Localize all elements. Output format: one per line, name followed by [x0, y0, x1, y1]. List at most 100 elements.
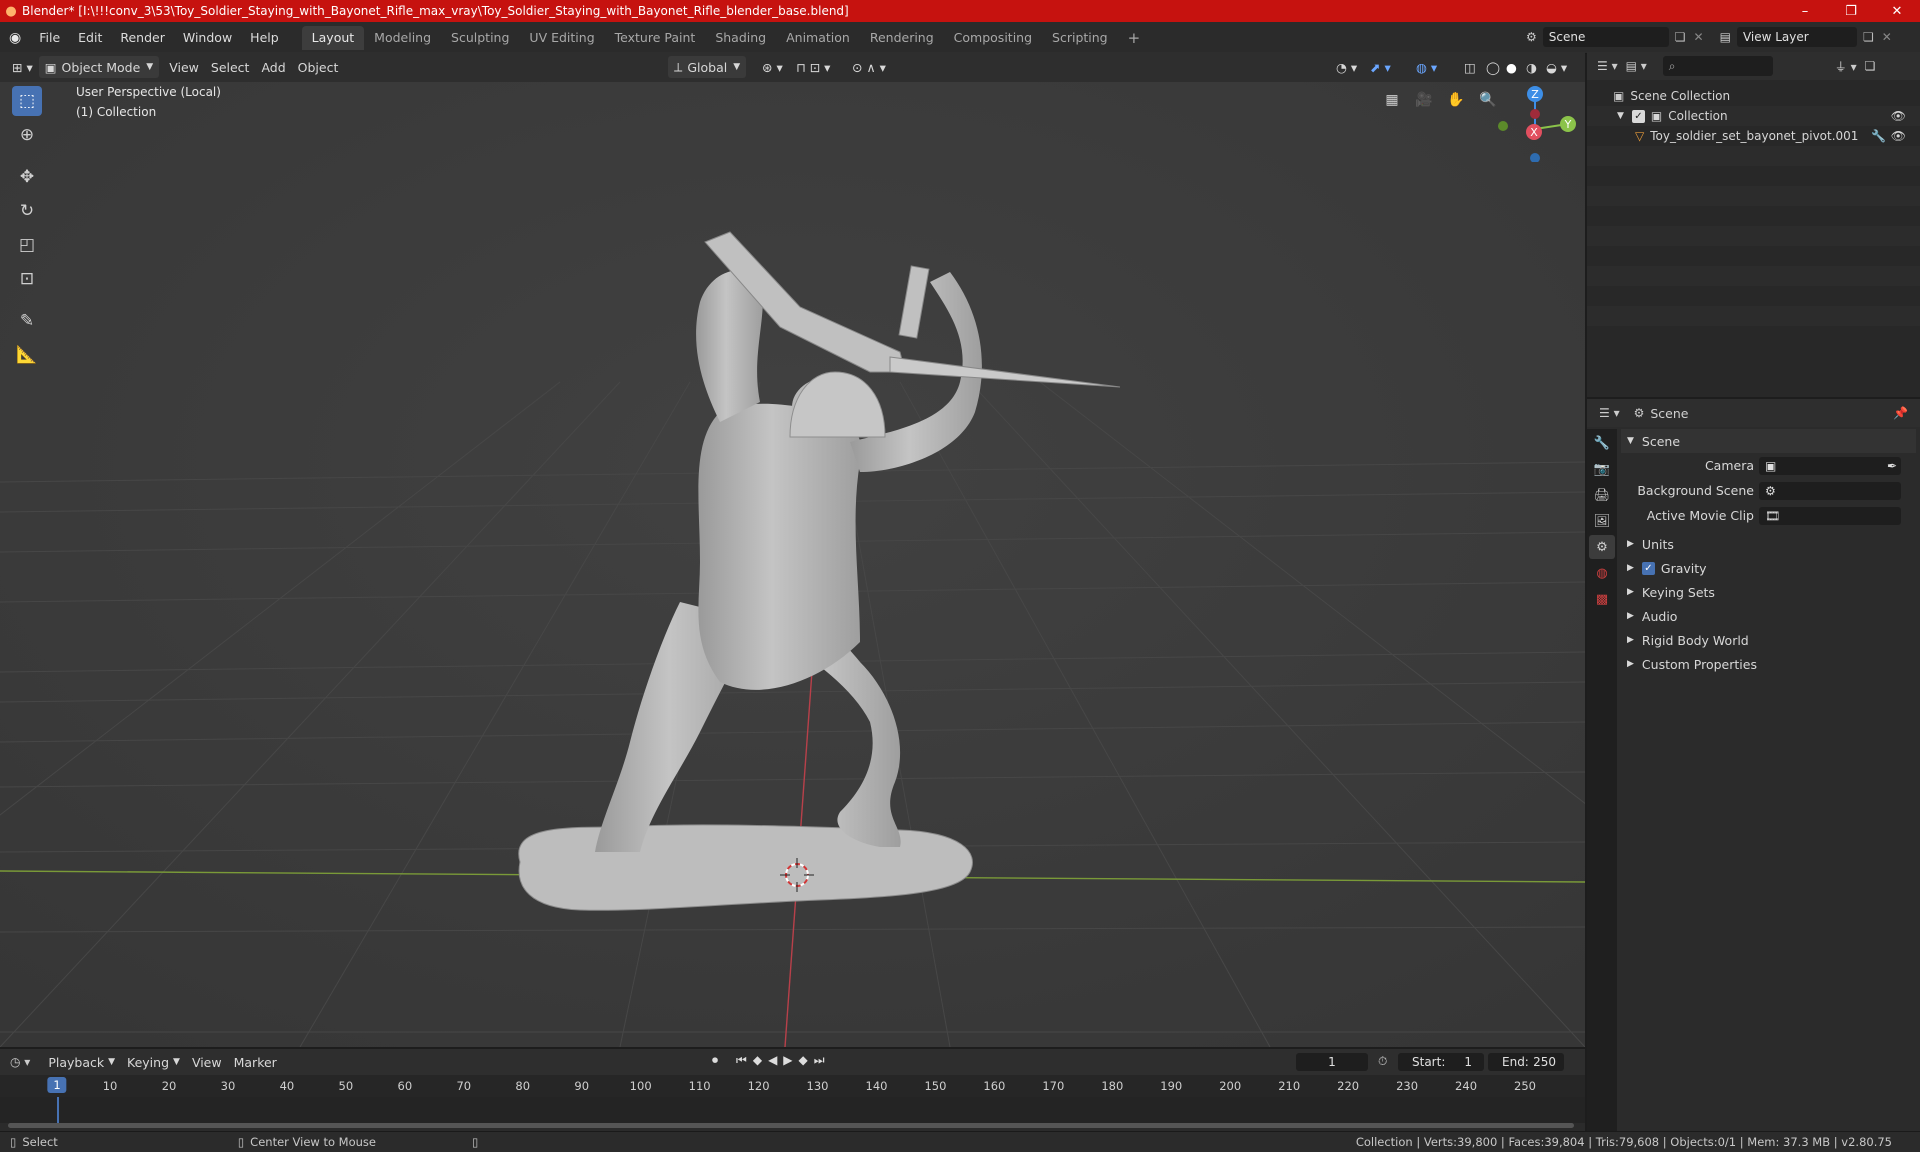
tool-tab-icon[interactable]: 🔧: [1589, 431, 1615, 455]
end-frame-field[interactable]: End: 250: [1488, 1053, 1564, 1071]
marker-menu[interactable]: Marker: [228, 1051, 283, 1073]
blender-menu-icon[interactable]: ◉: [0, 27, 30, 49]
play-reverse-icon[interactable]: ◀: [768, 1053, 777, 1068]
background-scene-field[interactable]: ⚙: [1759, 481, 1901, 500]
annotate-tool-icon[interactable]: ✎: [12, 306, 42, 336]
record-icon[interactable]: ⏺: [712, 1053, 718, 1068]
tab-compositing[interactable]: Compositing: [944, 26, 1042, 50]
menu-edit[interactable]: Edit: [69, 27, 111, 49]
new-collection-icon[interactable]: ❏: [1865, 59, 1876, 73]
mode-selector[interactable]: ▣ Object Mode ▼: [38, 56, 160, 78]
camera-field[interactable]: ▣ ✒: [1759, 456, 1901, 475]
collection-checkbox[interactable]: ✓: [1631, 109, 1645, 123]
outliner-row-object[interactable]: ▽ Toy_soldier_set_bayonet_pivot.001 🔧 👁: [1587, 126, 1920, 146]
units-panel-header[interactable]: ▶ Units: [1621, 532, 1916, 556]
gravity-checkbox[interactable]: ✓: [1641, 561, 1655, 575]
scene-selector[interactable]: Scene: [1542, 27, 1669, 47]
measure-tool-icon[interactable]: 📐: [12, 340, 42, 370]
eyedropper-icon[interactable]: ✒: [1887, 459, 1897, 473]
tab-shading[interactable]: Shading: [705, 26, 776, 50]
pan-hand-icon[interactable]: ✋: [1444, 88, 1468, 112]
view-layer-tab-icon[interactable]: 🖼: [1589, 509, 1615, 533]
filter-icon[interactable]: ⏚ ▾: [1835, 58, 1857, 75]
custom-properties-panel-header[interactable]: ▶ Custom Properties: [1621, 652, 1916, 676]
disclosure-triangle-icon[interactable]: ▼: [1617, 111, 1624, 121]
axis-gizmo[interactable]: Z Y X: [1490, 82, 1580, 162]
restore-button[interactable]: ❐: [1828, 0, 1874, 22]
jump-start-icon[interactable]: ⏮: [736, 1053, 747, 1068]
view-layer-remove-icon[interactable]: ✕: [1882, 30, 1892, 44]
scene-section-header[interactable]: ▼ Scene: [1621, 429, 1916, 453]
current-frame-field[interactable]: 1: [1296, 1053, 1368, 1071]
view-layer-icon[interactable]: ▤: [1720, 30, 1731, 44]
tab-uv-editing[interactable]: UV Editing: [519, 26, 604, 50]
output-tab-icon[interactable]: 🖨: [1589, 483, 1615, 507]
frame-ruler[interactable]: 1 10 20 30 40 50 60 70 80 90 100 110 120 130 140 150 160…: [0, 1075, 1585, 1097]
close-button[interactable]: ✕: [1874, 0, 1920, 22]
orientation-selector[interactable]: ⟂ Global ▼: [668, 56, 747, 78]
transform-tool-icon[interactable]: ⊡: [12, 264, 42, 294]
tab-animation[interactable]: Animation: [776, 26, 860, 50]
rotate-tool-icon[interactable]: ↻: [12, 196, 42, 226]
stopwatch-icon[interactable]: ⏱: [1378, 1054, 1387, 1069]
scene-copy-icon[interactable]: ❏: [1675, 30, 1686, 44]
scene-tab-icon[interactable]: ⚙: [1589, 535, 1615, 559]
next-keyframe-icon[interactable]: ◆: [799, 1053, 808, 1068]
start-frame-field[interactable]: Start: 1: [1398, 1053, 1484, 1071]
gravity-panel-header[interactable]: ▶ ✓ Gravity: [1621, 556, 1916, 580]
timeline-editor-type-icon[interactable]: ◷ ▾: [10, 1055, 30, 1069]
timeline-view-menu[interactable]: View: [186, 1051, 228, 1073]
world-tab-icon[interactable]: ◍: [1589, 561, 1615, 585]
pivot-icon[interactable]: ⊛ ▾: [756, 56, 789, 78]
scene-remove-icon[interactable]: ✕: [1694, 30, 1704, 44]
tab-rendering[interactable]: Rendering: [860, 26, 944, 50]
rendered-shading-icon[interactable]: ◒ ▾: [1540, 56, 1573, 78]
object-menu[interactable]: Object: [292, 56, 345, 78]
texture-tab-icon[interactable]: ▩: [1589, 587, 1615, 611]
pin-icon[interactable]: 📌: [1893, 406, 1908, 420]
outliner-search-input[interactable]: ⌕: [1662, 56, 1773, 76]
add-workspace-icon[interactable]: +: [1118, 26, 1151, 50]
eye-icon[interactable]: 👁: [1891, 129, 1906, 143]
ortho-toggle-icon[interactable]: ▦: [1380, 88, 1404, 112]
outliner-row-collection[interactable]: ▼ ✓ ▣ Collection 👁: [1587, 106, 1920, 126]
rigid-body-world-panel-header[interactable]: ▶ Rigid Body World: [1621, 628, 1916, 652]
proportional-edit-icon[interactable]: ⊙ ∧ ▾: [846, 56, 892, 78]
active-movie-clip-field[interactable]: 🎞: [1759, 506, 1901, 525]
tab-scripting[interactable]: Scripting: [1042, 26, 1118, 50]
overlay-toggle-icon[interactable]: ◍ ▾: [1410, 56, 1443, 78]
camera-view-icon[interactable]: 🎥: [1412, 88, 1436, 112]
tab-texture-paint[interactable]: Texture Paint: [605, 26, 706, 50]
xray-toggle-icon[interactable]: ◫: [1458, 56, 1482, 78]
view-layer-selector[interactable]: View Layer: [1736, 27, 1857, 47]
scene-icon[interactable]: ⚙: [1526, 30, 1537, 44]
view-menu[interactable]: View: [163, 56, 205, 78]
move-tool-icon[interactable]: ✥: [12, 162, 42, 192]
keying-menu[interactable]: Keying ▼: [121, 1051, 186, 1073]
tab-modeling[interactable]: Modeling: [364, 26, 441, 50]
render-tab-icon[interactable]: 📷: [1589, 457, 1615, 481]
outliner-editor-type-icon[interactable]: ☰ ▾: [1597, 59, 1618, 73]
menu-help[interactable]: Help: [241, 27, 288, 49]
3d-viewport[interactable]: User Perspective (Local) (1) Collection …: [0, 82, 1585, 1047]
cursor-tool-icon[interactable]: ⊕: [12, 120, 42, 150]
snap-icon[interactable]: ⊓ ⊡ ▾: [790, 56, 836, 78]
keying-sets-panel-header[interactable]: ▶ Keying Sets: [1621, 580, 1916, 604]
minimize-button[interactable]: –: [1782, 0, 1828, 22]
outliner-row-scene-collection[interactable]: ▣ Scene Collection: [1587, 86, 1920, 106]
add-menu[interactable]: Add: [255, 56, 291, 78]
playback-menu[interactable]: Playback ▼: [42, 1051, 121, 1073]
tab-layout[interactable]: Layout: [301, 25, 365, 50]
keyframe-area[interactable]: [0, 1097, 1585, 1123]
menu-render[interactable]: Render: [111, 27, 174, 49]
select-box-tool-icon[interactable]: ⬚: [12, 86, 42, 116]
tab-sculpting[interactable]: Sculpting: [441, 26, 519, 50]
prev-keyframe-icon[interactable]: ◆: [753, 1053, 762, 1068]
timeline-scrollbar[interactable]: [8, 1123, 1574, 1128]
select-menu[interactable]: Select: [205, 56, 256, 78]
view-layer-copy-icon[interactable]: ❏: [1863, 30, 1874, 44]
visibility-icon[interactable]: ◔ ▾: [1330, 56, 1363, 78]
display-mode-icon[interactable]: ▤ ▾: [1626, 59, 1647, 73]
modifier-wrench-icon[interactable]: 🔧: [1871, 129, 1886, 143]
play-icon[interactable]: ▶: [783, 1053, 792, 1068]
